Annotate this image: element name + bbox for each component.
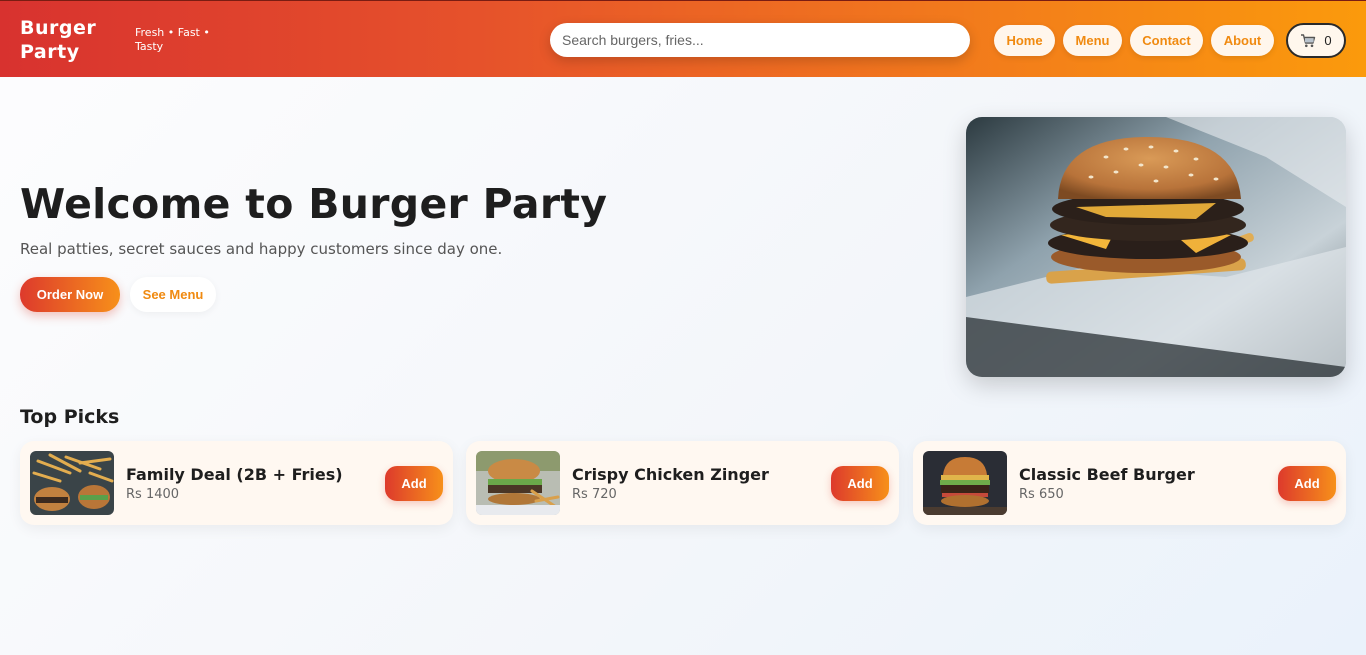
family-deal-image — [30, 451, 114, 515]
header-bar: Burger Party Fresh • Fast • Tasty Home M… — [0, 0, 1366, 77]
add-button[interactable]: Add — [831, 466, 889, 501]
product-card: Crispy Chicken Zinger Rs 720 Add — [466, 441, 899, 525]
product-card: Classic Beef Burger Rs 650 Add — [913, 441, 1346, 525]
product-name: Classic Beef Burger — [1019, 465, 1195, 484]
product-price: Rs 720 — [572, 487, 617, 502]
add-button[interactable]: Add — [385, 466, 443, 501]
nav-menu[interactable]: Menu — [1063, 25, 1122, 56]
brand-logo[interactable]: Burger Party — [20, 16, 120, 64]
order-now-button[interactable]: Order Now — [20, 277, 120, 312]
cart-icon — [1300, 33, 1316, 48]
hero-subtitle: Real patties, secret sauces and happy cu… — [20, 240, 503, 258]
brand-tagline: Fresh • Fast • Tasty — [135, 26, 210, 53]
hero-title: Welcome to Burger Party — [20, 180, 608, 228]
nav-home[interactable]: Home — [994, 25, 1055, 56]
cart-button[interactable]: 0 — [1286, 23, 1346, 58]
nav-about[interactable]: About — [1211, 25, 1274, 56]
product-name: Family Deal (2B + Fries) — [126, 465, 343, 484]
chicken-zinger-image — [476, 451, 560, 515]
product-price: Rs 650 — [1019, 487, 1064, 502]
nav-contact[interactable]: Contact — [1130, 25, 1203, 56]
product-price: Rs 1400 — [126, 487, 180, 502]
cart-count: 0 — [1324, 33, 1332, 48]
see-menu-button[interactable]: See Menu — [130, 277, 216, 312]
top-picks-title: Top Picks — [20, 406, 120, 428]
search-input[interactable] — [550, 23, 970, 57]
product-name: Crispy Chicken Zinger — [572, 465, 769, 484]
product-card: Family Deal (2B + Fries) Rs 1400 Add — [20, 441, 453, 525]
hero-burger-image — [966, 117, 1346, 377]
add-button[interactable]: Add — [1278, 466, 1336, 501]
beef-burger-image — [923, 451, 1007, 515]
